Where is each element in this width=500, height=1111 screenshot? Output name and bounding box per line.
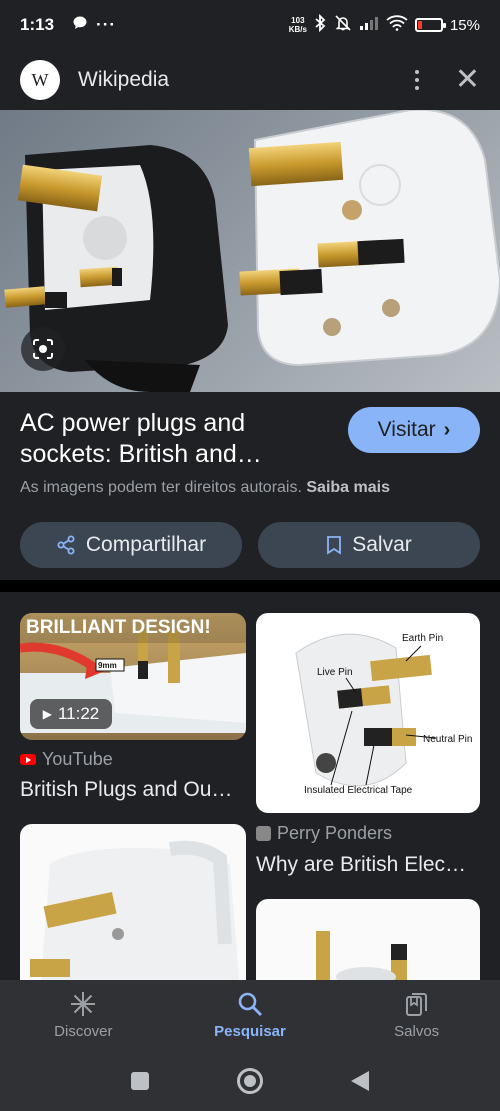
collections-icon (405, 992, 427, 1016)
save-button[interactable]: Salvar (258, 522, 480, 568)
battery-fill (417, 21, 422, 29)
section-divider (0, 580, 500, 592)
video-duration-text: 11:22 (57, 704, 100, 723)
result-thumbnail-plug[interactable] (20, 824, 246, 980)
system-navigation-bar (0, 1050, 500, 1111)
video-duration: ▶ 11:22 (30, 699, 112, 729)
wifi-icon (386, 15, 408, 35)
related-results: BRILLIANT DESIGN! 9mm ▶ 11:22 YouTube Br… (0, 592, 500, 980)
bottom-navigation: Discover Pesquisar Salvos (0, 980, 500, 1050)
preview-image[interactable] (0, 110, 500, 392)
nav-search[interactable]: Pesquisar (167, 980, 334, 1050)
net-speed-unit: KB/s (288, 25, 307, 34)
result-source[interactable]: YouTube (20, 749, 113, 770)
battery-percent: 15% (449, 16, 480, 34)
diagram-label-live: Live Pin (317, 667, 353, 678)
result-thumbnail-youtube[interactable]: BRILLIANT DESIGN! 9mm ▶ 11:22 (20, 613, 246, 740)
play-icon: ▶ (42, 707, 52, 721)
search-icon (238, 992, 262, 1016)
back-icon[interactable] (351, 1070, 369, 1091)
chat-notification-icon (72, 15, 88, 36)
status-bar: 1:13 ··· 103 KB/s 15% (0, 0, 500, 50)
save-button-label: Salvar (352, 533, 412, 556)
more-options-icon[interactable] (407, 70, 427, 90)
chevron-right-icon: › (443, 418, 451, 441)
share-icon (57, 535, 75, 555)
net-speed: 103 KB/s (289, 16, 307, 34)
nav-discover[interactable]: Discover (0, 980, 167, 1050)
nav-search-label: Pesquisar (214, 1022, 286, 1040)
result-title[interactable]: Why are British Elec… (256, 853, 466, 877)
copyright-notice: As imagens podem ter direitos autorais. … (20, 479, 390, 497)
bookmark-icon (327, 536, 342, 555)
result-source-name: Perry Ponders (277, 823, 393, 843)
lens-icon (33, 339, 53, 359)
source-title[interactable]: Wikipedia (78, 68, 169, 92)
result-thumbnail-plug-2[interactable] (256, 899, 480, 980)
nav-saved[interactable]: Salvos (333, 980, 500, 1050)
diagram-label-neutral: Neutral Pin (423, 734, 473, 745)
asterisk-icon (71, 991, 96, 1016)
copyright-text: As imagens podem ter direitos autorais. (20, 479, 302, 496)
bluetooth-icon (314, 13, 327, 36)
page-title-line2: sockets: British and… (20, 440, 262, 468)
result-source-name: YouTube (42, 749, 113, 769)
signal-icon (359, 15, 379, 35)
mute-icon (334, 14, 352, 36)
share-button-label: Compartilhar (85, 533, 207, 556)
wikipedia-logo[interactable]: W (20, 60, 60, 100)
result-info-panel: AC power plugs and sockets: British and…… (0, 392, 500, 580)
youtube-icon (20, 754, 36, 765)
nav-discover-label: Discover (54, 1022, 113, 1040)
more-notifications-icon: ··· (96, 15, 117, 34)
diagram-label-tape: Insulated Electrical Tape (304, 785, 413, 796)
learn-more-link[interactable]: Saiba mais (306, 479, 390, 496)
result-source[interactable]: Perry Ponders (256, 823, 392, 844)
visit-button[interactable]: Visitar › (348, 407, 480, 453)
share-button[interactable]: Compartilhar (20, 522, 242, 568)
status-time: 1:13 (20, 15, 55, 34)
lens-search-button[interactable] (21, 327, 65, 371)
nav-saved-label: Salvos (394, 1022, 440, 1040)
page-title-line1: AC power plugs and (20, 409, 246, 437)
visit-button-label: Visitar (377, 418, 436, 441)
close-icon[interactable]: ✕ (455, 65, 480, 95)
viewer-header: W Wikipedia ✕ (0, 50, 500, 110)
result-title[interactable]: British Plugs and Ou… (20, 778, 232, 802)
perry-ponders-icon (256, 826, 271, 841)
net-speed-value: 103 (291, 16, 305, 25)
recents-icon[interactable] (131, 1071, 149, 1090)
thumbnail-banner: BRILLIANT DESIGN! (20, 613, 246, 643)
battery-icon (414, 18, 446, 32)
home-icon[interactable] (237, 1067, 263, 1094)
result-thumbnail-diagram[interactable]: Earth Pin Live Pin Neutral Pin Insulated… (256, 613, 480, 813)
thumbnail-measure-label: 9mm (98, 661, 117, 670)
diagram-label-earth: Earth Pin (402, 633, 444, 644)
page-title[interactable]: AC power plugs and sockets: British and… (20, 408, 320, 470)
